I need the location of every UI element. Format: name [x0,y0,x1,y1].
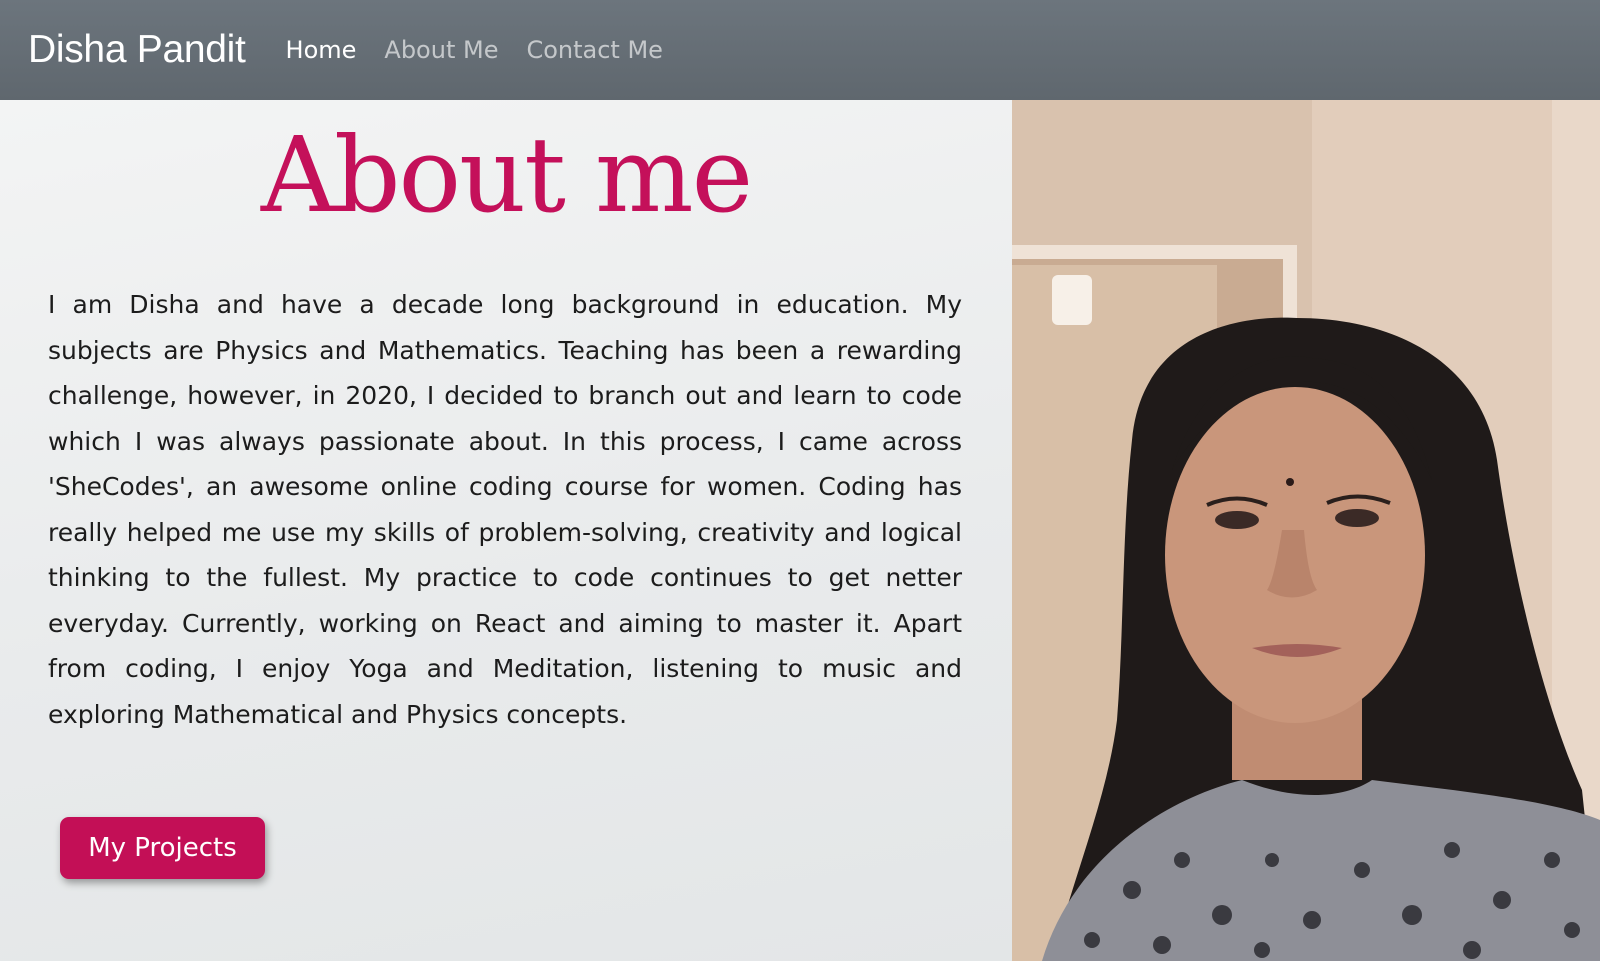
profile-photo-illustration [1012,100,1600,961]
page-title: About me [260,114,753,236]
bio-paragraph: I am Disha and have a decade long backgr… [48,290,962,729]
nav-link-contact-me[interactable]: Contact Me [526,36,662,64]
brand-logo[interactable]: Disha Pandit [28,28,246,72]
navbar: Disha Pandit Home About Me Contact Me [0,0,1600,100]
about-section: About me I am Disha and have a decade lo… [0,100,1012,961]
my-projects-button[interactable]: My Projects [60,817,265,879]
nav-link-about-me[interactable]: About Me [384,36,498,64]
nav-link-home[interactable]: Home [286,36,357,64]
profile-photo [1012,100,1600,961]
